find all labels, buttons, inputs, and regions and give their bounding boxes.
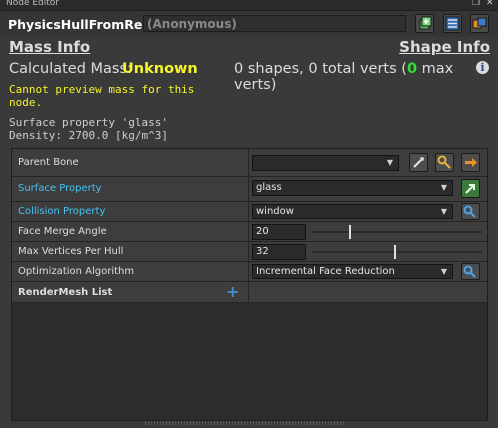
arrow-right-icon — [465, 158, 477, 167]
row-max-vertices: Max Vertices Per Hull 32 — [12, 242, 487, 262]
row-parent-bone: Parent Bone ▼ — [12, 149, 487, 177]
row-divider — [248, 149, 249, 176]
chevron-down-icon: ▼ — [440, 267, 447, 276]
row-rendermesh-list: RenderMesh List + — [12, 282, 487, 303]
chevron-down-icon: ▼ — [440, 183, 447, 192]
search-collision-button[interactable] — [461, 203, 480, 220]
search-bone-button[interactable] — [435, 153, 454, 172]
row-divider — [248, 282, 249, 302]
search-key-icon — [437, 155, 451, 169]
calculated-mass-value: Unknown — [122, 61, 198, 77]
pipette-icon — [413, 157, 424, 168]
open-surface-button[interactable] — [461, 179, 480, 198]
surface-density-info: Surface property 'glass' Density: 2700.0… — [9, 116, 168, 142]
collision-property-value: window — [256, 206, 294, 217]
optimization-algorithm-value: Incremental Face Reduction — [256, 266, 395, 277]
row-collision-property: Collision Property window ▼ — [12, 202, 487, 222]
property-grid: Parent Bone ▼ Surface Property glass ▼ C… — [11, 148, 488, 421]
plus-icon[interactable]: + — [226, 284, 239, 300]
open-icon — [465, 184, 475, 194]
list-button[interactable] — [443, 14, 462, 33]
search-optimization-button[interactable] — [461, 263, 480, 280]
shape-stats: 0 shapes, 0 total verts (0 max verts) — [234, 61, 498, 93]
add-node-button[interactable] — [415, 14, 434, 33]
preview-warning-line2: node. — [9, 96, 43, 109]
row-optimization-algorithm: Optimization Algorithm Incremental Face … — [12, 262, 487, 282]
link-button[interactable] — [470, 14, 489, 33]
shape-info-title: Shape Info — [399, 38, 490, 56]
calculated-mass-label: Calculated Mass: — [9, 61, 132, 77]
info-icon[interactable]: i — [476, 61, 489, 74]
density-line: Density: 2700.0 [kg/m^3] — [9, 129, 168, 142]
link-icon — [472, 17, 487, 29]
go-to-bone-button[interactable] — [461, 153, 480, 172]
surface-property-value: glass — [256, 182, 282, 193]
max-verts-value: 0 — [406, 61, 418, 77]
node-name-field[interactable]: (Anonymous) — [143, 15, 406, 32]
row-divider — [248, 222, 249, 241]
resize-grip[interactable] — [145, 421, 345, 425]
parent-bone-select[interactable]: ▼ — [252, 155, 399, 171]
optimization-algorithm-label: Optimization Algorithm — [18, 266, 135, 277]
surface-property-line: Surface property 'glass' — [9, 116, 168, 129]
node-header: PhysicsHullFromRender (Anonymous) — [0, 11, 498, 37]
row-divider — [248, 262, 249, 281]
pick-bone-button[interactable] — [409, 153, 428, 172]
row-surface-property: Surface Property glass ▼ — [12, 177, 487, 202]
parent-bone-label: Parent Bone — [18, 157, 79, 168]
row-divider — [248, 177, 249, 201]
max-vertices-input[interactable]: 32 — [252, 244, 306, 260]
surface-property-label[interactable]: Surface Property — [18, 183, 102, 194]
title-bar: Node Editor ❐ ✕ — [0, 0, 498, 11]
window-title: Node Editor — [6, 0, 59, 8]
face-merge-angle-input[interactable]: 20 — [252, 224, 306, 240]
chevron-down-icon: ▼ — [440, 207, 447, 216]
face-merge-angle-slider-handle[interactable] — [349, 225, 352, 239]
row-face-merge-angle: Face Merge Angle 20 — [12, 222, 487, 242]
mass-info-title: Mass Info — [9, 38, 91, 56]
max-vertices-slider-handle[interactable] — [393, 245, 396, 259]
face-merge-angle-slider[interactable] — [312, 231, 482, 233]
optimization-algorithm-select[interactable]: Incremental Face Reduction ▼ — [252, 264, 453, 279]
collision-property-select[interactable]: window ▼ — [252, 204, 453, 219]
row-divider — [248, 202, 249, 221]
rendermesh-list-label: RenderMesh List — [18, 287, 113, 298]
add-node-icon — [419, 16, 432, 30]
preview-warning: Cannot preview mass for this node. — [9, 83, 239, 109]
restore-icon[interactable]: ❐ — [472, 0, 480, 8]
shape-stats-prefix: 0 shapes, 0 total verts ( — [234, 61, 407, 77]
max-vertices-slider[interactable] — [312, 251, 482, 253]
face-merge-angle-label: Face Merge Angle — [18, 226, 107, 237]
collision-property-label[interactable]: Collision Property — [18, 206, 105, 217]
max-vertices-label: Max Vertices Per Hull — [18, 246, 124, 257]
chevron-down-icon: ▼ — [386, 158, 393, 167]
search-icon — [463, 265, 476, 278]
search-icon — [463, 205, 476, 218]
close-icon[interactable]: ✕ — [486, 0, 494, 8]
surface-property-select[interactable]: glass ▼ — [252, 180, 453, 196]
row-divider — [248, 242, 249, 261]
preview-warning-line1: Cannot preview mass for this — [9, 83, 195, 96]
list-icon — [445, 16, 460, 31]
